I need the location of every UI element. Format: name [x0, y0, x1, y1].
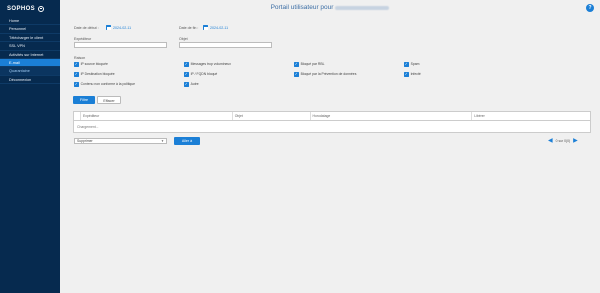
logo-mark-icon — [38, 5, 45, 12]
help-icon[interactable]: ? — [586, 4, 594, 12]
column-release[interactable]: Libérer — [471, 112, 590, 120]
checkbox-checked-icon[interactable]: ✓ — [184, 62, 189, 67]
checkbox-checked-icon[interactable]: ✓ — [294, 72, 299, 77]
subject-label: Objet — [179, 37, 188, 41]
chevron-down-icon: ▼ — [161, 139, 164, 143]
sidebar-item-logout[interactable]: Déconnexion — [0, 76, 60, 85]
reason-rbl-blocked[interactable]: ✓ Bloqué par RBL — [294, 62, 325, 67]
reason-ip-source-blocked[interactable]: ✓ IP source bloquée — [74, 62, 108, 67]
end-date-label: Date de fin : — [179, 26, 199, 30]
end-calendar-icon[interactable] — [203, 25, 208, 30]
checkbox-label: Spam — [410, 62, 420, 67]
start-date-value[interactable]: 2024-02-11 — [113, 26, 131, 30]
reason-data-protection[interactable]: ✓ Bloqué par la Prévention de données — [294, 72, 356, 77]
prev-page-icon[interactable]: ◀ — [548, 138, 553, 144]
checkbox-label: IP Destination bloquée — [80, 72, 115, 77]
go-button[interactable]: Aller à — [174, 137, 200, 145]
page-header: Portail utilisateur pour ? — [60, 0, 600, 15]
checkbox-checked-icon[interactable]: ✓ — [74, 82, 79, 87]
checkbox-checked-icon[interactable]: ✓ — [294, 62, 299, 67]
checkbox-label: Bloqué par la Prévention de données — [300, 72, 357, 77]
end-date-value[interactable]: 2024-02-11 — [210, 26, 228, 30]
sidebar-item-internet-activity[interactable]: Activités sur Internet — [0, 51, 60, 59]
sender-input[interactable] — [74, 42, 167, 48]
bulk-action-select[interactable]: Supprimer ▼ — [74, 138, 167, 144]
next-page-icon[interactable]: ▶ — [573, 138, 578, 144]
checkbox-label: Messages trop volumineux — [190, 62, 231, 67]
checkbox-label: Infecté — [410, 72, 421, 77]
main-content: Portail utilisateur pour ? Date de début… — [60, 0, 600, 293]
clear-button[interactable]: Effacer — [97, 96, 121, 104]
redacted-username — [335, 5, 390, 10]
reason-other[interactable]: ✓ Autre — [184, 82, 199, 87]
reason-spam[interactable]: ✓ Spam — [404, 62, 419, 67]
reason-oversized[interactable]: ✓ Messages trop volumineux — [184, 62, 231, 67]
sidebar-item-ssl-vpn[interactable]: SSL VPN — [0, 42, 60, 51]
pagination: ◀ 0 sur 0(0) ▶ — [548, 138, 578, 144]
start-date-label: Date de début : — [74, 26, 99, 30]
table-header: Expéditeur Objet Horodatage Libérer — [74, 112, 590, 121]
checkbox-label: IP source bloquée — [80, 62, 108, 67]
sender-label: Expéditeur — [74, 37, 92, 41]
checkbox-label: Autre — [190, 82, 199, 87]
checkbox-checked-icon[interactable]: ✓ — [404, 72, 409, 77]
reason-title: Raison — [74, 56, 86, 60]
filter-button[interactable]: Filtre — [73, 96, 95, 104]
sidebar-item-email[interactable]: E-mail — [0, 58, 60, 68]
quarantine-table: Expéditeur Objet Horodatage Libérer Char… — [73, 111, 591, 133]
column-subject[interactable]: Objet — [231, 112, 310, 120]
sidebar-item-quarantine[interactable]: Quarantaine — [0, 67, 60, 76]
sidebar: SOPHOS Home Personnel Télécharger le cli… — [0, 0, 60, 293]
reason-policy[interactable]: ✓ Contenu non conforme à la politique — [74, 82, 135, 87]
column-timestamp[interactable]: Horodatage — [309, 112, 472, 120]
checkbox-label: IP / FQDN bloqué — [190, 72, 218, 77]
subject-input[interactable] — [179, 42, 272, 48]
checkbox-checked-icon[interactable]: ✓ — [184, 72, 189, 77]
reason-infected[interactable]: ✓ Infecté — [404, 72, 421, 77]
loading-row: Chargement... — [77, 125, 99, 129]
checkbox-label: Bloqué par RBL — [300, 62, 325, 67]
checkbox-checked-icon[interactable]: ✓ — [184, 82, 189, 87]
sophos-logo: SOPHOS — [0, 0, 60, 17]
page-title: Portail utilisateur pour — [270, 4, 334, 11]
logo-text: SOPHOS — [7, 5, 36, 12]
reason-ip-fqdn-blocked[interactable]: ✓ IP / FQDN bloqué — [184, 72, 217, 77]
bulk-action-value: Supprimer — [77, 139, 93, 143]
reason-ip-destination-blocked[interactable]: ✓ IP Destination bloquée — [74, 72, 115, 77]
checkbox-label: Contenu non conforme à la politique — [80, 82, 136, 87]
start-calendar-icon[interactable] — [106, 25, 111, 30]
sidebar-item-personnel[interactable]: Personnel — [0, 25, 60, 34]
column-sender[interactable]: Expéditeur — [79, 112, 232, 120]
pagination-text: 0 sur 0(0) — [555, 139, 571, 143]
checkbox-checked-icon[interactable]: ✓ — [404, 62, 409, 67]
checkbox-checked-icon[interactable]: ✓ — [74, 72, 79, 77]
checkbox-checked-icon[interactable]: ✓ — [74, 62, 79, 67]
sidebar-item-download-client[interactable]: Télécharger le client — [0, 34, 60, 43]
sidebar-item-home[interactable]: Home — [0, 17, 60, 26]
